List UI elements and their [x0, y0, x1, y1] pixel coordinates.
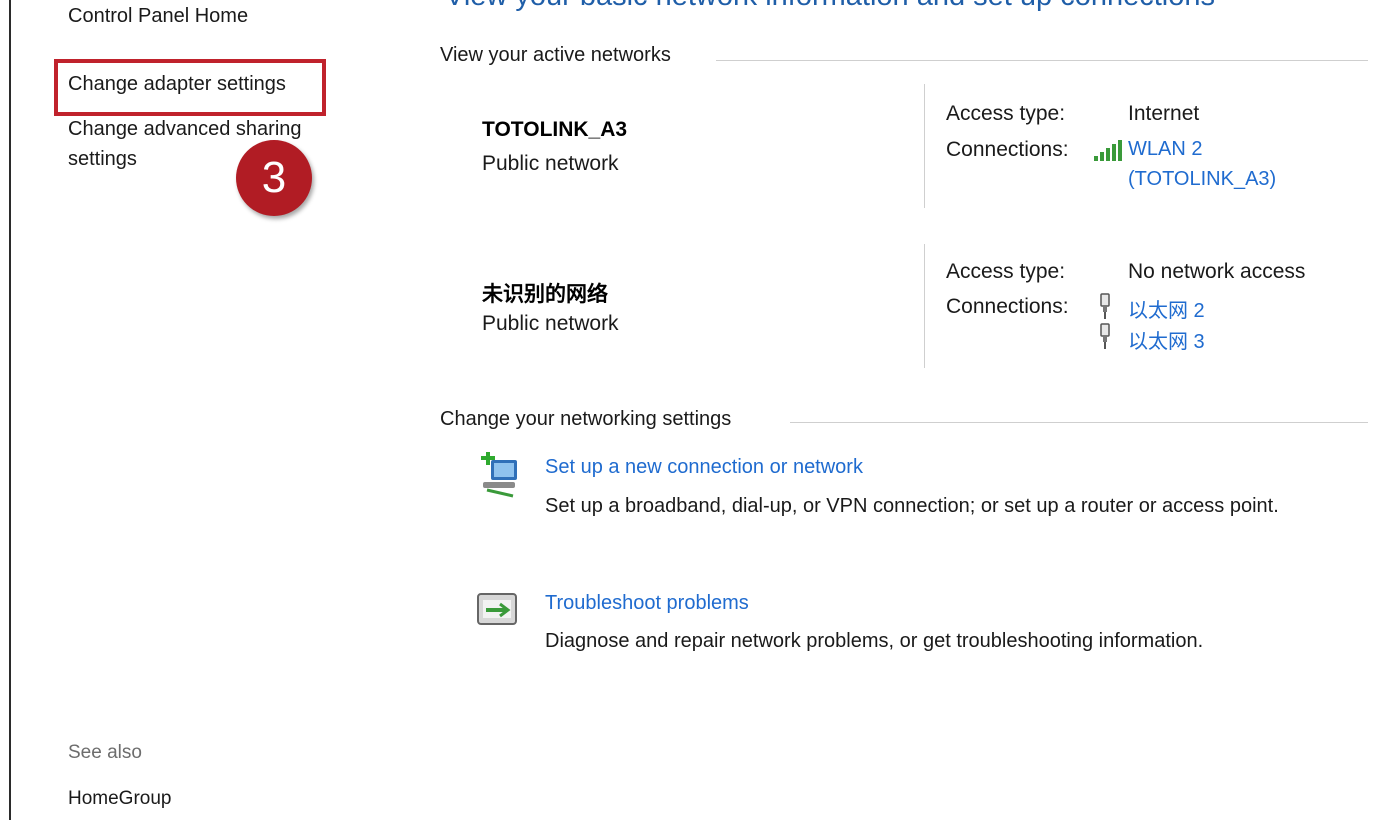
access-type-value: No network access: [1128, 260, 1306, 283]
wlan-connection-link-ssid[interactable]: (TOTOLINK_A3): [1128, 168, 1276, 191]
wlan-connection-link[interactable]: WLAN 2: [1128, 138, 1202, 161]
step-badge: 3: [236, 140, 312, 216]
network-name: TOTOLINK_A3: [482, 118, 628, 141]
highlight-box: [54, 59, 326, 116]
new-connection-icon: [477, 452, 523, 503]
access-type-label: Access type:: [946, 260, 1066, 283]
see-also-heading: See also: [68, 742, 142, 763]
setup-connection-link[interactable]: Set up a new connection or network: [545, 456, 863, 479]
window-left-border: [9, 0, 11, 820]
active-networks-header: View your active networks: [440, 44, 671, 66]
troubleshoot-link[interactable]: Troubleshoot problems: [545, 592, 749, 615]
homegroup-link[interactable]: HomeGroup: [68, 788, 172, 810]
wifi-signal-icon: [1094, 139, 1122, 166]
network-type: Public network: [482, 312, 619, 335]
ethernet-2-link[interactable]: 以太网 2: [1128, 294, 1205, 323]
control-panel-home-link[interactable]: Control Panel Home: [68, 0, 248, 32]
network-type: Public network: [482, 152, 619, 175]
change-advanced-sharing-link[interactable]: Change advanced sharing settings: [68, 114, 358, 174]
network-divider: [924, 244, 925, 368]
troubleshoot-icon: [476, 590, 518, 635]
change-settings-header: Change your networking settings: [440, 408, 732, 430]
setup-connection-desc: Set up a broadband, dial-up, or VPN conn…: [545, 495, 1279, 517]
access-type-value: Internet: [1128, 102, 1200, 125]
connections-label: Connections:: [946, 138, 1069, 161]
ethernet-icon: [1098, 293, 1112, 324]
section-divider: [790, 422, 1368, 423]
connections-label: Connections:: [946, 295, 1069, 318]
ethernet-3-link[interactable]: 以太网 3: [1128, 325, 1205, 354]
network-divider: [924, 84, 925, 208]
section-divider: [716, 60, 1368, 61]
access-type-label: Access type:: [946, 102, 1066, 125]
ethernet-icon: [1098, 323, 1112, 354]
troubleshoot-desc: Diagnose and repair network problems, or…: [545, 630, 1204, 652]
network-name: 未识别的网络: [482, 283, 608, 306]
page-title: View your basic network information and …: [445, 0, 1215, 13]
